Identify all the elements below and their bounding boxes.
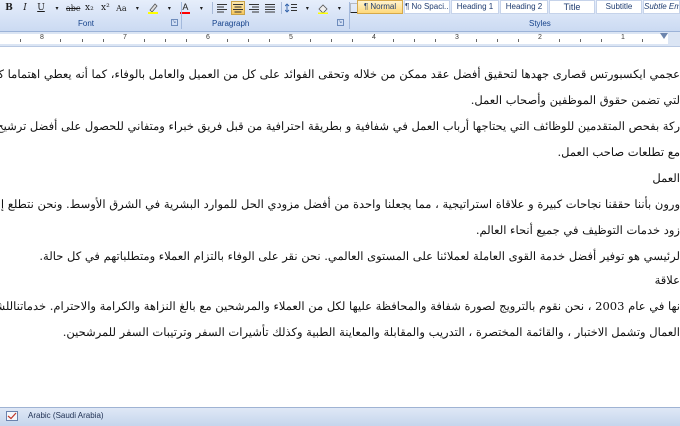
indent-marker-icon[interactable] [660,33,668,39]
strikethrough-button[interactable]: abc [66,1,80,15]
style-subtitle[interactable]: Subtitle [596,0,642,14]
line-spacing-dropdown-icon[interactable]: ▾ [300,1,314,15]
horizontal-ruler[interactable]: 8 7 6 5 4 3 2 1 [0,32,680,47]
ribbon: B I U ▾ abc x₂ x² Aa ▾ ▾ A ▾ ▾ [0,0,680,32]
ruler-number: 6 [206,34,210,41]
align-right-icon[interactable] [247,1,261,15]
ruler-number: 7 [123,34,127,41]
ruler-tick [103,39,104,42]
proofing-icon[interactable] [6,411,18,421]
status-bar: Arabic (Saudi Arabia) [0,407,680,426]
font-dialog-launcher-icon[interactable]: ↘ [171,19,178,26]
ruler-tick [414,39,415,42]
ruler-tick [248,39,249,42]
style-no-spacing[interactable]: ¶ No Spaci... [404,0,450,14]
style-title[interactable]: Title [549,0,595,14]
ruler-number: 4 [372,34,376,41]
bold-button[interactable]: B [2,1,16,15]
document-line: نها في عام 2003 ، نحن نقوم بالترويج لصور… [0,295,680,317]
ruler-number: 3 [455,34,459,41]
document-line: ركة بفحص المتقدمين للوظائف التي يحتاجها … [0,115,680,137]
language-indicator[interactable]: Arabic (Saudi Arabia) [28,411,104,420]
document-page[interactable]: عجمي ايكسبورتس قصارى جهدها لتحقيق أفضل ع… [0,47,680,403]
italic-button[interactable]: I [18,1,32,15]
line-spacing-icon[interactable] [284,1,298,15]
shading-icon[interactable] [316,1,330,15]
highlight-pen-icon [147,2,159,14]
divider [349,2,350,29]
styles-group-label: Styles [529,18,551,29]
change-case-dropdown-icon[interactable]: ▾ [130,1,144,15]
ruler-tick [352,39,353,42]
ruler-tick [82,39,83,42]
ruler-number: 1 [621,34,625,41]
document-line: عجمي ايكسبورتس قصارى جهدها لتحقيق أفضل ع… [0,63,680,85]
change-case-button[interactable]: Aa [114,1,128,15]
ruler-tick [165,39,166,42]
ruler-tick [435,39,436,42]
subscript-button[interactable]: x₂ [82,1,96,15]
document-line: ورون بأننا حققنا نجاحات كبيرة و علاقاة ا… [0,193,680,215]
document-line: مع تطلعات صاحب العمل. [558,141,680,163]
style-heading-1[interactable]: Heading 1 [451,0,499,14]
document-line: لرئيسي هو توفير أفضل خدمة القوى العاملة … [39,245,680,267]
divider [181,2,182,29]
document-line: العمال وتشمل الاختبار ، والقائمة المختصر… [63,321,680,343]
font-group-label: Font [78,18,94,29]
document-line: العمل [652,167,680,189]
ruler-number: 5 [289,34,293,41]
ruler-number: 2 [538,34,542,41]
ruler-tick [559,39,560,42]
style-heading-2[interactable]: Heading 2 [500,0,548,14]
ruler-tick [186,39,187,42]
superscript-button[interactable]: x² [98,1,112,15]
ruler-tick [518,39,519,42]
paragraph-dialog-launcher-icon[interactable]: ↘ [337,19,344,26]
ruler-number: 8 [40,34,44,41]
ruler-tick [331,39,332,42]
ruler-tick [601,39,602,42]
justify-icon[interactable] [263,1,277,15]
document-line: لتي تضمن حقوق الموظفين وأصحاب العمل. [471,89,680,111]
ruler-tick [144,39,145,42]
document-line: علاقة [655,269,680,291]
font-format-toolbar: B I U ▾ abc x₂ x² Aa ▾ ▾ A ▾ ▾ [2,1,380,15]
paragraph-group-label: Paragraph [212,18,249,29]
ruler-tick [393,39,394,42]
ruler-tick [642,39,643,42]
ruler-tick [497,39,498,42]
style-subtle-emphasis[interactable]: Subtle Em [643,0,680,14]
ruler-tick [310,39,311,42]
align-center-icon[interactable] [231,1,245,15]
ruler-tick [580,39,581,42]
shading-dropdown-icon[interactable]: ▾ [332,1,346,15]
ruler-tick [227,39,228,42]
divider [281,2,282,14]
ruler-tick [476,39,477,42]
ruler-tick [269,39,270,42]
style-normal[interactable]: ¶ Normal [357,0,403,14]
highlight-icon[interactable] [146,1,160,15]
ruler-track [0,34,668,44]
document-line: زود خدمات التوظيف في جميع أنحاء العالم. [476,219,680,241]
divider [212,2,213,14]
font-color-dropdown-icon[interactable]: ▾ [194,1,208,15]
underline-button[interactable]: U [34,1,48,15]
ruler-tick [20,39,21,42]
ruler-tick [60,39,61,42]
align-left-icon[interactable] [215,1,229,15]
highlight-dropdown-icon[interactable]: ▾ [162,1,176,15]
underline-dropdown-icon[interactable]: ▾ [50,1,64,15]
